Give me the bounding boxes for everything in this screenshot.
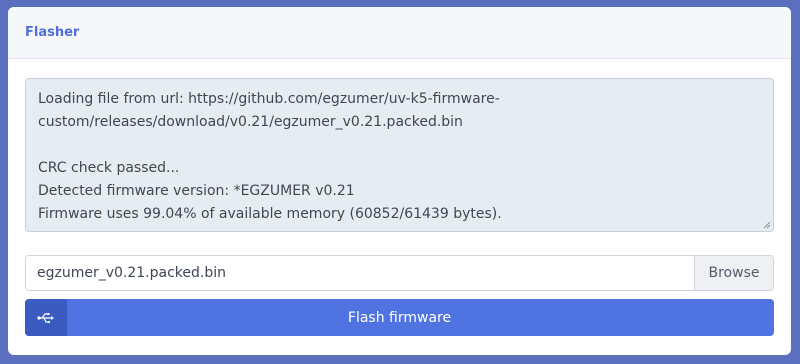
usb-icon (37, 312, 54, 323)
log-line: CRC check passed... (38, 160, 180, 176)
log-line: custom/releases/download/v0.21/egzumer_v… (38, 114, 463, 130)
file-input[interactable]: egzumer_v0.21.packed.bin (26, 256, 694, 290)
card-title: Flasher (25, 25, 80, 40)
flash-firmware-button[interactable]: Flash firmware (25, 299, 774, 336)
log-textarea[interactable]: Loading file from url: https://github.co… (25, 78, 774, 232)
browse-button[interactable]: Browse (694, 256, 773, 290)
flash-button-label: Flash firmware (347, 309, 452, 326)
card-header: Flasher (8, 7, 791, 59)
file-input-group: egzumer_v0.21.packed.bin Browse (25, 255, 774, 291)
resize-handle-icon[interactable] (763, 221, 771, 229)
flasher-card: Flasher Loading file from url: https://g… (8, 7, 791, 355)
log-line: Firmware uses 99.04% of available memory… (38, 206, 502, 222)
log-line: Detected firmware version: *EGZUMER v0.2… (38, 183, 355, 199)
usb-icon-box (25, 299, 67, 336)
log-line: Loading file from url: https://github.co… (38, 91, 500, 107)
